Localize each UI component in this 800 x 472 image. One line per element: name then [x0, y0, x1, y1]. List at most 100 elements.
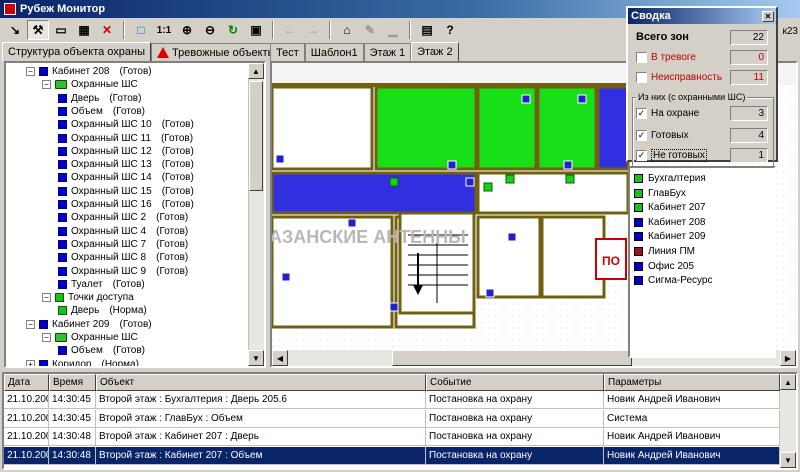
back-icon[interactable]: ←	[279, 20, 301, 40]
room-green-1[interactable]	[374, 85, 478, 171]
refresh-icon[interactable]: ↻	[222, 20, 244, 40]
legend-item[interactable]: Кабинет 209	[634, 230, 706, 243]
table-row[interactable]: 21.10.200314:30:48Второй этаж : Кабинет …	[4, 446, 780, 465]
device-icon[interactable]: ▦	[73, 20, 95, 40]
tree-item[interactable]: Охранный ШС 9 (Готов)	[58, 265, 188, 278]
properties-icon[interactable]: ▤	[416, 20, 438, 40]
legend-item[interactable]: Кабинет 207	[634, 201, 706, 214]
table-row[interactable]: 21.10.200314:30:45Второй этаж : ГлавБух …	[4, 409, 780, 428]
room-green-3[interactable]	[536, 85, 598, 171]
tree-item[interactable]: Туалет (Готов)	[58, 278, 145, 291]
tool-icon[interactable]: ✎	[359, 20, 381, 40]
notready-checkbox[interactable]: ✓	[636, 149, 647, 161]
alarm-checkbox[interactable]	[636, 51, 647, 63]
zoom-1-1-icon[interactable]: 1:1	[153, 20, 175, 40]
room-lower-4[interactable]	[540, 215, 606, 299]
plan-scroll-thumb[interactable]	[392, 350, 632, 366]
tree-item[interactable]: + Коридор (Норма)	[26, 358, 139, 366]
delete-icon[interactable]: ✕	[96, 20, 118, 40]
tree-item[interactable]: Объем (Готов)	[58, 344, 145, 357]
table-row[interactable]: 21.10.200314:30:48Второй этаж : Кабинет …	[4, 428, 780, 446]
tab-test[interactable]: Тест	[270, 43, 305, 61]
summary-window[interactable]: Сводка ✕ Всего зон 22 В тревоге 0 Неиспр…	[626, 6, 778, 169]
collapse-icon[interactable]: −	[26, 319, 35, 329]
collapse-icon[interactable]: −	[42, 80, 51, 90]
table-row[interactable]: 21.10.200314:30:45Второй этаж : Бухгалте…	[4, 391, 780, 409]
record-icon[interactable]: ▣	[245, 20, 267, 40]
minus-icon[interactable]: ▁	[382, 20, 404, 40]
legend-item[interactable]: Бухгалтерия	[634, 172, 706, 185]
tree-item[interactable]: − Кабинет 209 (Готов)	[26, 318, 152, 331]
tab-floor-2[interactable]: Этаж 2	[411, 42, 459, 61]
tree-item[interactable]: Охранный ШС 11 (Готов)	[58, 132, 193, 145]
room-blue-top[interactable]	[596, 85, 630, 171]
column-header[interactable]: Объект	[96, 374, 426, 391]
summary-title-bar[interactable]: Сводка ✕	[628, 8, 776, 24]
legend-item[interactable]: ГлавБух	[634, 187, 686, 200]
zoom-in-icon[interactable]: ⊕	[176, 20, 198, 40]
tab-alarm-objects[interactable]: Тревожные объекты	[151, 43, 282, 61]
column-header[interactable]: Время	[49, 374, 96, 391]
forward-icon[interactable]: →	[302, 20, 324, 40]
help-icon[interactable]: ?	[439, 20, 461, 40]
log-scroll-down-icon[interactable]: ▼	[780, 452, 796, 468]
corridor-white[interactable]	[476, 171, 630, 215]
square-icon[interactable]: □	[130, 20, 152, 40]
armed-checkbox[interactable]: ✓	[636, 107, 647, 119]
tree-item[interactable]: Охранный ШС 7 (Готов)	[58, 238, 188, 251]
object-icon[interactable]: ⌂	[336, 20, 358, 40]
ready-checkbox[interactable]: ✓	[636, 129, 647, 141]
tree-item[interactable]: Охранный ШС 13 (Готов)	[58, 158, 194, 171]
tree-item[interactable]: − Охранные ШС	[42, 331, 138, 344]
column-header[interactable]: Параметры	[604, 374, 780, 391]
room-lower-3[interactable]	[476, 215, 542, 299]
object-tree[interactable]: − Кабинет 208 (Готов) − Охранные ШС Дверь (Гот…	[4, 61, 266, 368]
zoom-out-icon[interactable]: ⊖	[199, 20, 221, 40]
tree-item[interactable]: Объем (Готов)	[58, 105, 145, 118]
tab-floor-1[interactable]: Этаж 1	[363, 43, 412, 61]
column-header[interactable]: Событие	[426, 374, 604, 391]
tree-item[interactable]: Охранный ШС 4 (Готов)	[58, 225, 188, 238]
log-vertical-scrollbar[interactable]: ▲ ▼	[780, 374, 796, 468]
tree-item[interactable]: Дверь (Норма)	[58, 304, 147, 317]
tree-vertical-scrollbar[interactable]: ▲ ▼	[248, 63, 264, 366]
select-arrow-icon[interactable]: ↘	[4, 20, 26, 40]
scroll-thumb[interactable]	[249, 81, 263, 191]
legend-item[interactable]: Линия ПМ	[634, 245, 695, 258]
scroll-up-icon[interactable]: ▲	[248, 63, 264, 79]
expand-icon[interactable]: +	[26, 359, 35, 366]
tree-item[interactable]: Охранный ШС 10 (Готов)	[58, 118, 194, 131]
room-white-1[interactable]	[272, 85, 374, 171]
event-log[interactable]: Дата Время Объект Событие Параметры 21.10.20…	[2, 372, 798, 470]
tree-item[interactable]: Охранный ШС 16 (Готов)	[58, 198, 194, 211]
collapse-icon[interactable]: −	[42, 333, 51, 342]
collapse-icon[interactable]: −	[42, 293, 51, 303]
scroll-down-icon[interactable]: ▼	[248, 350, 264, 366]
tree-item[interactable]: − Охранные ШС	[42, 78, 138, 91]
close-icon[interactable]: ✕	[762, 10, 774, 22]
folder-icon	[55, 333, 67, 342]
tab-structure[interactable]: Структура объекта охраны	[2, 42, 152, 61]
tree-item[interactable]: − Точки доступа	[42, 291, 134, 304]
scroll-right-icon[interactable]: ▶	[780, 350, 796, 366]
tab-template1[interactable]: Шаблон1	[304, 43, 364, 61]
column-header[interactable]: Дата	[4, 374, 49, 391]
log-scroll-up-icon[interactable]: ▲	[780, 374, 796, 390]
tree-item[interactable]: Охранный ШС 15 (Готов)	[58, 185, 194, 198]
legend-item[interactable]: Кабинет 208	[634, 216, 706, 229]
corridor-blue[interactable]	[272, 171, 478, 215]
tree-item[interactable]: Дверь (Готов)	[58, 92, 141, 105]
tree-item[interactable]: − Кабинет 208 (Готов)	[26, 65, 152, 78]
page-icon[interactable]: ▭	[50, 20, 72, 40]
collapse-icon[interactable]: −	[26, 67, 35, 76]
scroll-left-icon[interactable]: ◀	[272, 350, 288, 366]
tree-item[interactable]: Охранный ШС 8 (Готов)	[58, 251, 188, 264]
tree-item[interactable]: Охранный ШС 2 (Готов)	[58, 211, 188, 224]
legend-item[interactable]: Офис 205	[634, 260, 694, 273]
zone-legend[interactable]: Бухгалтерия ГлавБух Кабинет 207 Кабинет 208…	[628, 166, 776, 358]
legend-item[interactable]: Сигма-Ресурс	[634, 274, 712, 287]
tree-item[interactable]: Охранный ШС 14 (Готов)	[58, 171, 194, 184]
hammer-icon[interactable]: ⚒	[27, 20, 49, 40]
fault-checkbox[interactable]	[636, 71, 647, 83]
tree-item[interactable]: Охранный ШС 12 (Готов)	[58, 145, 194, 158]
